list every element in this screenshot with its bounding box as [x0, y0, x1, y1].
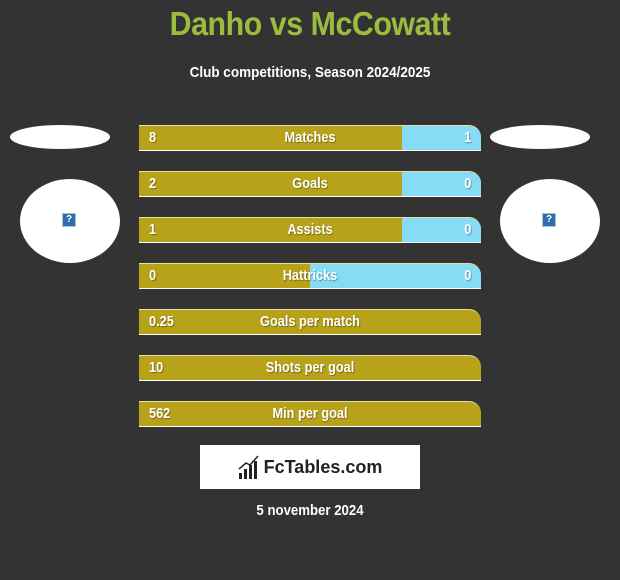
- left-player-name-oval: [10, 125, 110, 149]
- left-team-logo[interactable]: ?: [20, 179, 120, 263]
- stat-row-goals: 2 Goals 0: [139, 171, 481, 197]
- right-player-name-oval: [490, 125, 590, 149]
- stat-row-min-per-goal: 562 Min per goal: [139, 401, 481, 427]
- stat-label: Assists: [287, 221, 333, 238]
- brand-text: FcTables.com: [263, 456, 383, 477]
- right-value: 1: [463, 129, 471, 146]
- stat-row-assists: 1 Assists 0: [139, 217, 481, 243]
- left-value: 1: [149, 221, 157, 238]
- image-placeholder-icon: ?: [542, 213, 556, 227]
- stat-row-hattricks: 0 Hattricks 0: [139, 263, 481, 289]
- left-value: 0: [149, 267, 157, 284]
- page-title: Danho vs McCowatt: [169, 5, 451, 42]
- fctables-brand[interactable]: FcTables.com: [200, 445, 420, 489]
- stat-label: Goals per match: [260, 313, 360, 330]
- bar-chart-icon: [238, 455, 259, 479]
- stat-label: Min per goal: [272, 405, 348, 422]
- image-placeholder-icon: ?: [62, 213, 76, 227]
- left-value: 8: [149, 129, 157, 146]
- stat-row-goals-per-match: 0.25 Goals per match: [139, 309, 481, 335]
- right-value: 0: [463, 175, 471, 192]
- stat-label: Matches: [284, 129, 336, 146]
- right-value: 0: [463, 221, 471, 238]
- stat-label: Hattricks: [282, 267, 338, 284]
- stat-row-matches: 8 Matches 1: [139, 125, 481, 151]
- date-label: 5 november 2024: [256, 502, 364, 519]
- page-subtitle: Club competitions, Season 2024/2025: [189, 64, 431, 81]
- stat-row-shots-per-goal: 10 Shots per goal: [139, 355, 481, 381]
- stat-label: Goals: [292, 175, 328, 192]
- right-value: 0: [463, 267, 471, 284]
- right-team-logo[interactable]: ?: [500, 179, 600, 263]
- left-value: 10: [149, 359, 164, 376]
- stat-label: Shots per goal: [265, 359, 355, 376]
- left-value: 2: [149, 175, 157, 192]
